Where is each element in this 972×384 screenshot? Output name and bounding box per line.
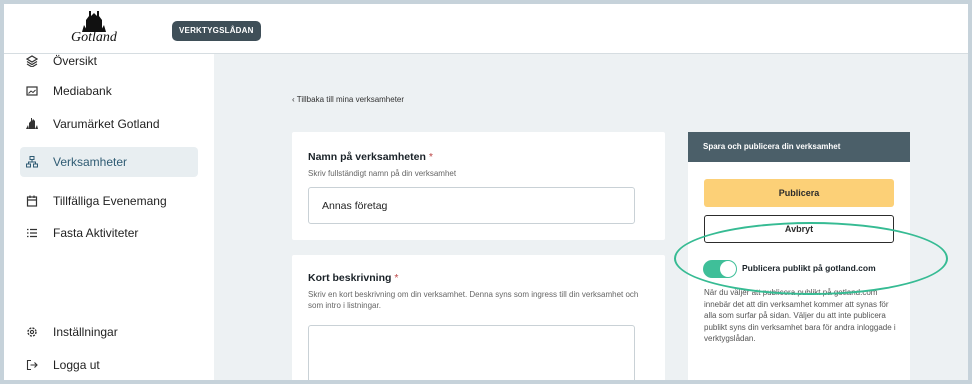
sidebar-item-label: Fasta Aktiviteter [53,226,139,240]
sitemap-icon [25,155,39,169]
back-link-label: Tillbaka till mina verksamheter [296,95,405,104]
stack-icon [25,54,39,68]
publish-description: När du väljer att publicera publikt på g… [704,288,896,343]
sidebar-item-label: Tillfälliga Evenemang [53,194,167,208]
sidebar-item-evenemang[interactable]: Tillfälliga Evenemang [20,186,198,216]
gear-icon [25,325,39,339]
main-content: ‹ Tillbaka till mina verksamheter Namn p… [214,54,968,380]
sidebar-item-label: Verksamheter [53,155,128,169]
sidebar-item-verksamheter[interactable]: Verksamheter [20,147,198,177]
name-field-label: Namn på verksamheten [308,151,426,163]
description-textarea[interactable] [308,325,635,380]
description-field-title: Kort beskrivning * [308,272,653,284]
sidebar-item-label: Logga ut [53,358,100,372]
sidebar-item-label: Mediabank [53,84,112,98]
description-card: Kort beskrivning * Skriv en kort beskriv… [292,255,665,380]
logo-wordmark: Gotland [71,30,117,45]
sidebar: Översikt Mediabank Varumärket Gotland Ve… [4,54,214,380]
toolbox-badge[interactable]: VERKTYGSLÅDAN [172,21,261,41]
chevron-left-icon: ‹ [292,95,295,104]
description-field-label: Kort beskrivning [308,272,392,284]
sidebar-item-varumarket[interactable]: Varumärket Gotland [20,109,198,139]
name-field-title: Namn på verksamheten * [308,151,653,163]
sidebar-item-mediabank[interactable]: Mediabank [20,76,198,106]
name-input[interactable]: Annas företag [308,187,635,224]
publish-panel-header: Spara och publicera din verksamhet [688,132,910,162]
sidebar-item-label: Varumärket Gotland [53,117,160,131]
image-icon [25,84,39,98]
sidebar-item-oversikt[interactable]: Översikt [20,46,198,76]
sidebar-item-installningar[interactable]: Inställningar [20,317,198,347]
logout-icon [25,358,39,372]
app-window: Gotland VERKTYGSLÅDAN Översikt Mediabank… [4,4,968,380]
calendar-icon [25,194,39,208]
publish-button[interactable]: Publicera [704,179,894,207]
sidebar-item-logga-ut[interactable]: Logga ut [20,350,198,380]
sidebar-item-label: Inställningar [53,325,118,339]
list-icon [25,226,39,240]
back-link[interactable]: ‹ Tillbaka till mina verksamheter [292,95,404,104]
required-mark: * [428,151,433,163]
highlight-annotation [674,222,948,295]
required-mark: * [394,272,399,284]
name-field-help: Skriv fullständigt namn på din verksamhe… [308,169,457,178]
name-card: Namn på verksamheten * Skriv fullständig… [292,132,665,240]
gotland-logo-icon [25,117,39,131]
sidebar-item-label: Översikt [53,54,98,68]
description-field-help: Skriv en kort beskrivning om din verksam… [308,290,639,310]
gotland-logo[interactable]: Gotland [64,8,134,50]
sidebar-item-aktiviteter[interactable]: Fasta Aktiviteter [20,218,198,248]
